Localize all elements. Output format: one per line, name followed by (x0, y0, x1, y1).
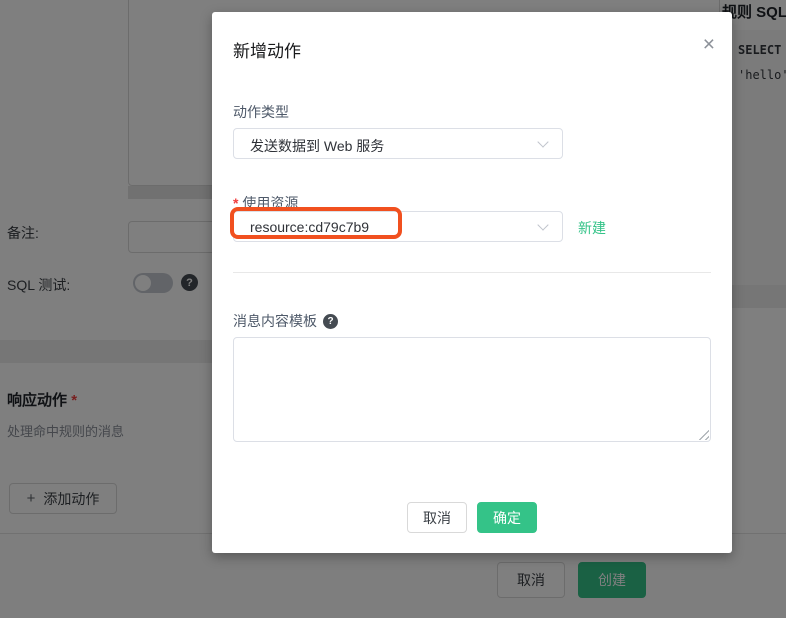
action-type-value: 发送数据到 Web 服务 (250, 138, 385, 154)
template-help-icon[interactable]: ? (323, 313, 338, 329)
chevron-down-icon (537, 136, 549, 148)
resource-select[interactable]: resource:cd79c7b9 (233, 211, 563, 242)
add-action-modal: 新增动作 × 动作类型 发送数据到 Web 服务 * 使用资源 resource… (212, 12, 732, 553)
close-icon[interactable]: × (703, 34, 715, 55)
template-label-row: 消息内容模板 ? (233, 311, 338, 331)
modal-title: 新增动作 (233, 42, 301, 61)
action-type-select[interactable]: 发送数据到 Web 服务 (233, 128, 563, 159)
modal-cancel-button[interactable]: 取消 (407, 502, 467, 533)
resource-label: * 使用资源 (233, 195, 299, 211)
resource-value: resource:cd79c7b9 (250, 219, 370, 235)
new-resource-link[interactable]: 新建 (578, 218, 606, 238)
required-asterisk: * (233, 195, 239, 211)
action-type-label: 动作类型 (233, 104, 289, 120)
template-label: 消息内容模板 (233, 313, 317, 329)
app-window: 备注: SQL 测试: ? 响应动作 * 处理命中规则的消息 + 添加动作 取消… (0, 0, 786, 618)
modal-divider (233, 272, 711, 273)
template-textarea[interactable] (233, 337, 711, 442)
modal-confirm-button[interactable]: 确定 (477, 502, 537, 533)
chevron-down-icon (537, 219, 549, 231)
